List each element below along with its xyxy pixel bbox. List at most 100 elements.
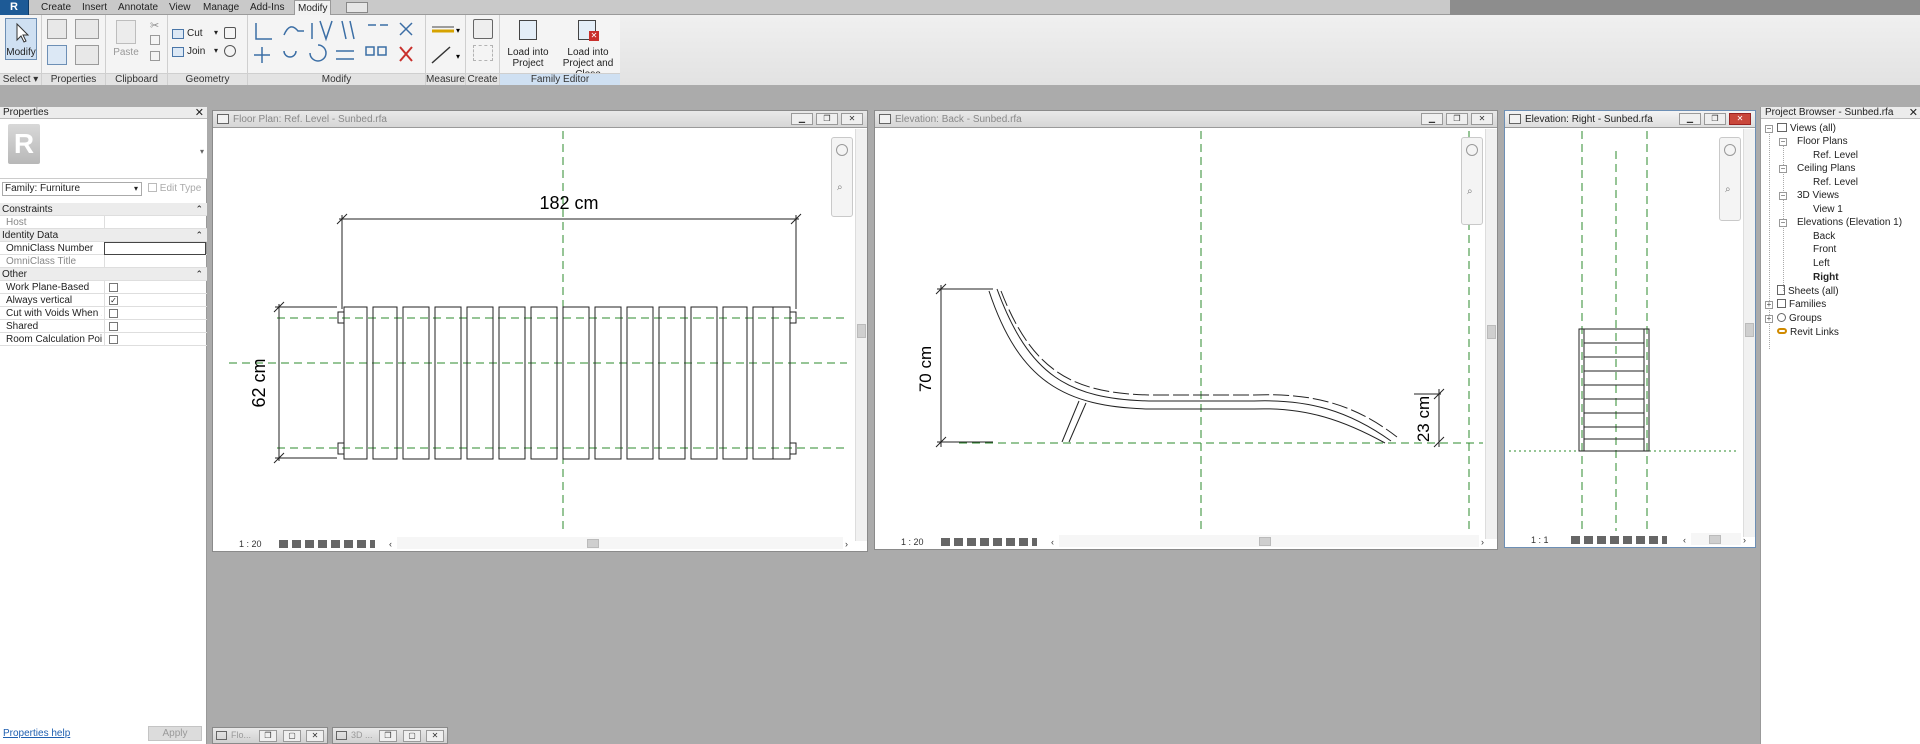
- tab-view[interactable]: View: [166, 0, 194, 15]
- tab-modify[interactable]: Modify: [294, 0, 332, 16]
- section-other[interactable]: Other ⌃: [0, 268, 207, 281]
- scroll-thumb[interactable]: [1259, 537, 1271, 546]
- restore-button[interactable]: ❐: [259, 730, 277, 742]
- view-title-floor-plan[interactable]: Floor Plan: Ref. Level - Sunbed.rfa ▁ ❐ …: [213, 111, 867, 128]
- zoom-icon[interactable]: ⌕: [1467, 186, 1473, 197]
- modify-button[interactable]: Modify: [5, 18, 37, 60]
- restore-button[interactable]: ❐: [816, 113, 838, 125]
- expand-toggle[interactable]: −: [1779, 219, 1787, 227]
- steering-wheel-icon[interactable]: [1466, 144, 1478, 156]
- cut-with-voids-checkbox[interactable]: [109, 309, 118, 318]
- section-identity-data[interactable]: Identity Data ⌃: [0, 229, 207, 242]
- tree-elevation-back[interactable]: Back: [1813, 231, 1835, 243]
- dropdown-icon[interactable]: ▾: [214, 28, 218, 37]
- steering-wheel-icon[interactable]: [1724, 144, 1736, 156]
- expand-toggle[interactable]: −: [1779, 165, 1787, 173]
- chevron-down-icon[interactable]: ▾: [200, 147, 204, 156]
- omniclass-number-field[interactable]: [104, 242, 206, 255]
- type-properties-icon[interactable]: [75, 45, 99, 65]
- tree-groups[interactable]: Groups: [1777, 313, 1822, 325]
- tree-families[interactable]: Families: [1777, 299, 1826, 311]
- properties-palette-icon[interactable]: [47, 45, 67, 65]
- always-vertical-checkbox[interactable]: ✓: [109, 296, 118, 305]
- family-type-selector[interactable]: Family: Furniture ▾: [2, 182, 142, 196]
- floor-plan-drawing[interactable]: 182 cm 62 cm: [217, 131, 847, 533]
- scroll-left-icon[interactable]: ‹: [1051, 535, 1054, 549]
- load-into-project-button[interactable]: Load into Project: [503, 17, 553, 72]
- minimize-button[interactable]: ▁: [1679, 113, 1701, 125]
- view-window-floor-plan[interactable]: Floor Plan: Ref. Level - Sunbed.rfa ▁ ❐ …: [212, 110, 868, 552]
- scale-indicator[interactable]: 1 : 20: [901, 535, 924, 549]
- split-face-icon[interactable]: [224, 45, 236, 57]
- tree-views-all[interactable]: Views (all): [1777, 123, 1836, 135]
- panel-title-select[interactable]: Select ▾: [0, 73, 41, 85]
- horizontal-scrollbar[interactable]: [1059, 535, 1479, 547]
- scroll-right-icon[interactable]: ›: [1481, 535, 1484, 549]
- join-geometry-label[interactable]: Join: [187, 46, 205, 57]
- expand-toggle[interactable]: −: [1765, 125, 1773, 133]
- maximize-button[interactable]: ▢: [403, 730, 421, 742]
- horizontal-scrollbar[interactable]: [397, 537, 843, 549]
- minimize-button[interactable]: ▁: [791, 113, 813, 125]
- model-line-icon[interactable]: [473, 45, 493, 61]
- expand-toggle[interactable]: −: [1779, 192, 1787, 200]
- tree-elevation-right[interactable]: Right: [1813, 272, 1839, 284]
- collapse-icon[interactable]: ⌃: [195, 229, 203, 242]
- navigation-bar[interactable]: ⌕: [1461, 137, 1483, 225]
- restore-button[interactable]: ❐: [1704, 113, 1726, 125]
- view-window-elevation-back[interactable]: Elevation: Back - Sunbed.rfa ▁ ❐ ✕ 70 cm…: [874, 110, 1498, 550]
- tab-manage[interactable]: Manage: [200, 0, 242, 15]
- close-icon[interactable]: ✕: [1909, 107, 1918, 119]
- scroll-thumb[interactable]: [587, 539, 599, 548]
- elevation-right-drawing[interactable]: [1509, 131, 1739, 531]
- dropdown-icon[interactable]: ▾: [214, 46, 218, 55]
- tab-insert[interactable]: Insert: [79, 0, 110, 15]
- family-category-icon[interactable]: [47, 19, 67, 39]
- scroll-thumb[interactable]: [857, 324, 866, 338]
- tab-create[interactable]: Create: [38, 0, 74, 15]
- view-control-icons[interactable]: [279, 540, 375, 548]
- close-button[interactable]: ✕: [426, 730, 444, 742]
- scroll-thumb[interactable]: [1745, 323, 1754, 337]
- copy-icon[interactable]: [150, 35, 160, 45]
- scroll-left-icon[interactable]: ‹: [389, 537, 392, 551]
- tree-revit-links[interactable]: Revit Links: [1777, 327, 1839, 339]
- tree-ceiling-plans[interactable]: Ceiling Plans: [1797, 163, 1855, 175]
- scroll-right-icon[interactable]: ›: [1743, 533, 1746, 547]
- tree-elevations[interactable]: Elevations (Elevation 1): [1797, 217, 1902, 229]
- expand-toggle[interactable]: +: [1765, 301, 1773, 309]
- load-into-project-and-close-button[interactable]: ✕ Load into Project and Close: [555, 17, 621, 80]
- horizontal-scrollbar[interactable]: [1691, 533, 1741, 545]
- vertical-scrollbar[interactable]: [1743, 129, 1755, 537]
- scale-indicator[interactable]: 1 : 1: [1531, 533, 1549, 547]
- collapse-icon[interactable]: ⌃: [195, 268, 203, 281]
- modify-tools-icons[interactable]: [250, 17, 426, 73]
- shared-checkbox[interactable]: [109, 322, 118, 331]
- maximize-button[interactable]: ▢: [283, 730, 301, 742]
- contextual-tab-dropdown[interactable]: [346, 2, 368, 13]
- tree-floor-ref-level[interactable]: Ref. Level: [1813, 150, 1858, 162]
- family-types-icon[interactable]: [75, 19, 99, 39]
- section-constraints[interactable]: Constraints ⌃: [0, 203, 207, 216]
- close-button[interactable]: ✕: [1729, 113, 1751, 125]
- tree-ceiling-ref-level[interactable]: Ref. Level: [1813, 177, 1858, 189]
- match-type-icon[interactable]: [150, 51, 160, 61]
- tree-3d-views[interactable]: 3D Views: [1797, 190, 1839, 202]
- properties-help-link[interactable]: Properties help: [3, 728, 70, 739]
- scroll-thumb[interactable]: [1709, 535, 1721, 544]
- expand-toggle[interactable]: −: [1779, 138, 1787, 146]
- view-window-elevation-right[interactable]: Elevation: Right - Sunbed.rfa ▁ ❐ ✕ ⌕ 1 …: [1504, 110, 1756, 548]
- application-menu-button[interactable]: R: [0, 0, 29, 15]
- tab-annotate[interactable]: Annotate: [115, 0, 161, 15]
- tree-floor-plans[interactable]: Floor Plans: [1797, 136, 1848, 148]
- view-control-icons[interactable]: [941, 538, 1037, 546]
- vertical-scrollbar[interactable]: [855, 129, 867, 541]
- collapse-icon[interactable]: ⌃: [195, 203, 203, 216]
- apply-button[interactable]: Apply: [148, 726, 202, 741]
- vertical-scrollbar[interactable]: [1485, 129, 1497, 539]
- tree-elevation-left[interactable]: Left: [1813, 258, 1830, 270]
- paste-icon[interactable]: [116, 20, 136, 44]
- tree-elevation-front[interactable]: Front: [1813, 244, 1836, 256]
- close-button[interactable]: ✕: [841, 113, 863, 125]
- room-calculation-point-checkbox[interactable]: [109, 335, 118, 344]
